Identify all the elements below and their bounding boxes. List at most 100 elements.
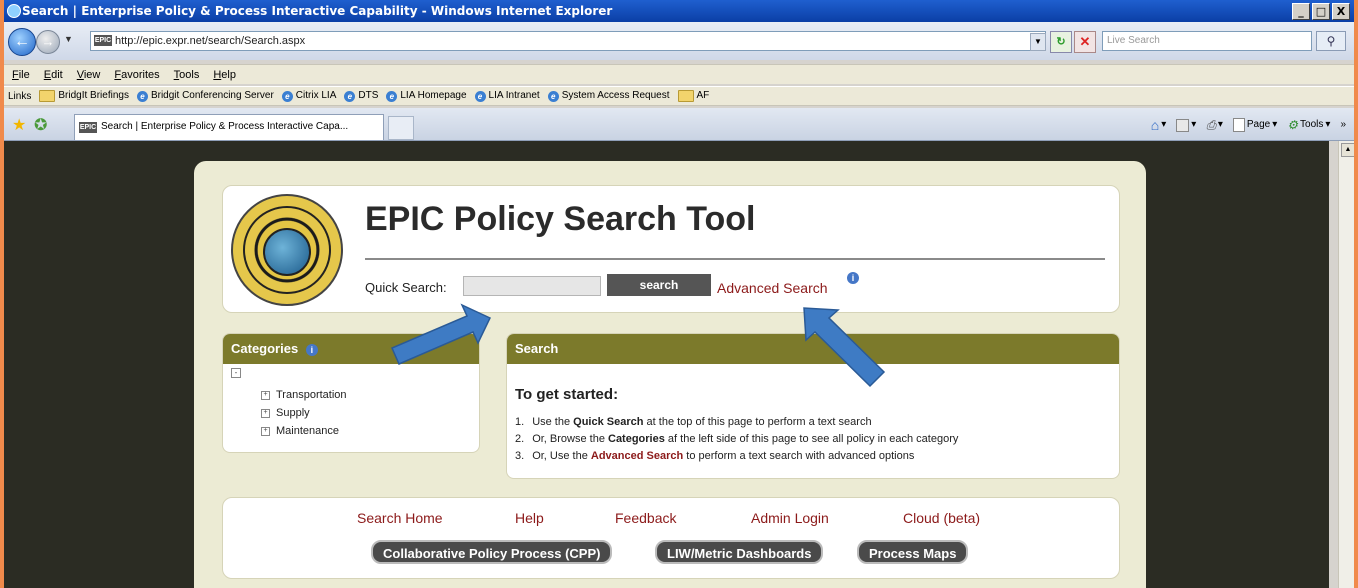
link-lia-homepage[interactable]: e LIA Homepage	[386, 87, 467, 105]
search-button[interactable]: search	[607, 274, 711, 296]
category-maintenance[interactable]: + Maintenance	[261, 422, 347, 440]
tab-bar: ★ ✪ EPIC Search | Enterprise Policy & Pr…	[4, 108, 1354, 141]
links-bar: Links BridgIt Briefings e Bridgit Confere…	[4, 86, 1354, 106]
expand-icon[interactable]: +	[261, 426, 270, 436]
link-bridgit-conferencing[interactable]: e Bridgit Conferencing Server	[136, 87, 274, 105]
vertical-scrollbar[interactable]: ▲	[1338, 141, 1354, 588]
advanced-search-link[interactable]: Advanced Search	[717, 280, 828, 296]
url-text: http://epic.expr.net/search/Search.aspx	[115, 35, 306, 47]
step-text: af the left side of this page to see all…	[664, 433, 959, 445]
ie-page-icon: e	[281, 90, 293, 102]
quick-search-input[interactable]	[463, 276, 601, 296]
menu-help[interactable]: Help	[213, 65, 236, 84]
new-tab-button[interactable]	[388, 116, 414, 140]
page-card: EPIC Policy Search Tool Quick Search: se…	[194, 161, 1146, 588]
ie-page-icon: e	[136, 90, 148, 102]
link-label: Bridgit Conferencing Server	[150, 90, 274, 101]
toolbar-overflow-icon[interactable]: »	[1340, 116, 1346, 134]
dashboards-button[interactable]: LIW/Metric Dashboards	[655, 540, 824, 564]
expand-icon[interactable]: +	[261, 390, 270, 400]
url-dropdown-button[interactable]: ▼	[1030, 33, 1046, 51]
cloud-beta-link[interactable]: Cloud (beta)	[903, 510, 980, 526]
forward-button[interactable]: →	[36, 30, 60, 54]
step-keyword: Categories	[608, 433, 665, 445]
army-seal-logo	[231, 194, 343, 306]
stop-button[interactable]: ✕	[1074, 31, 1096, 53]
url-field[interactable]: EPIC http://epic.expr.net/search/Search.…	[90, 31, 1046, 51]
link-system-access-request[interactable]: e System Access Request	[547, 87, 670, 105]
live-search-input[interactable]: Live Search	[1102, 31, 1312, 51]
search-home-link[interactable]: Search Home	[357, 510, 443, 526]
link-label: LIA Homepage	[400, 90, 467, 101]
link-lia-intranet[interactable]: e LIA Intranet	[474, 87, 540, 105]
step-number: 3.	[515, 450, 525, 462]
info-icon[interactable]: i	[305, 344, 318, 356]
header-box: EPIC Policy Search Tool Quick Search: se…	[222, 185, 1120, 313]
step-keyword: Quick Search	[573, 416, 644, 428]
ie-page-icon: e	[344, 90, 356, 102]
address-bar: ← → ▼ EPIC http://epic.expr.net/search/S…	[4, 22, 1354, 60]
epic-favicon: EPIC	[79, 122, 97, 133]
tab-label: Search | Enterprise Policy & Process Int…	[101, 121, 349, 132]
menu-tools[interactable]: Tools	[174, 65, 200, 84]
step-text: at the top of this page to perform a tex…	[643, 416, 872, 428]
feedback-link[interactable]: Feedback	[615, 510, 676, 526]
history-dropdown-icon[interactable]: ▼	[64, 34, 73, 44]
tools-menu[interactable]: ⚙ Tools ▾	[1287, 116, 1330, 134]
advanced-search-inline-link[interactable]: Advanced Search	[591, 450, 683, 462]
link-dts[interactable]: e DTS	[344, 87, 378, 105]
minimize-button[interactable]: _	[1292, 3, 1310, 20]
folder-icon	[39, 90, 56, 102]
tab-epic-search[interactable]: EPIC Search | Enterprise Policy & Proces…	[74, 114, 384, 140]
home-button[interactable]: ⌂ ▾	[1151, 116, 1167, 134]
page-menu-label: Page	[1246, 119, 1271, 130]
home-icon: ⌂	[1150, 117, 1160, 133]
menu-bar: File Edit View Favorites Tools Help	[4, 64, 1354, 84]
maximize-button[interactable]: □	[1312, 3, 1330, 20]
close-button[interactable]: X	[1332, 3, 1350, 20]
process-maps-button[interactable]: Process Maps	[857, 540, 969, 564]
refresh-button[interactable]: ↻	[1050, 31, 1072, 53]
link-citrix-lia[interactable]: e Citrix LIA	[281, 87, 336, 105]
tree-collapse-icon[interactable]: -	[231, 368, 241, 378]
step-text: Or, Browse the	[532, 433, 608, 445]
menu-favorites[interactable]: Favorites	[114, 65, 159, 84]
page-icon	[1232, 118, 1245, 132]
category-label: Transportation	[276, 389, 347, 401]
page-menu[interactable]: Page ▾	[1232, 116, 1277, 134]
category-transportation[interactable]: + Transportation	[261, 386, 347, 404]
favorites-star-icon[interactable]: ★	[12, 115, 26, 135]
search-go-button[interactable]: ⚲	[1316, 31, 1346, 51]
search-panel-header: Search	[507, 334, 1119, 364]
categories-header: Categories i	[223, 334, 479, 364]
cpp-button[interactable]: Collaborative Policy Process (CPP)	[371, 540, 613, 564]
page-content: EPIC Policy Search Tool Quick Search: se…	[4, 141, 1329, 588]
page-title: EPIC Policy Search Tool	[365, 200, 756, 238]
print-button[interactable]: ⎙ ▾	[1206, 116, 1223, 134]
link-label: AF	[696, 90, 710, 101]
help-link[interactable]: Help	[515, 510, 544, 526]
instruction-step: 1. Use the Quick Search at the top of thi…	[515, 414, 958, 431]
info-icon[interactable]: i	[847, 272, 859, 284]
expand-icon[interactable]: +	[261, 408, 270, 418]
step-text: to perform a text search with advanced o…	[683, 450, 915, 462]
ie-icon	[7, 4, 21, 18]
link-bridgit-briefings[interactable]: BridgIt Briefings	[39, 87, 129, 105]
menu-view[interactable]: View	[77, 65, 101, 84]
add-favorite-icon[interactable]: ✪	[34, 115, 47, 135]
link-af[interactable]: AF	[677, 87, 710, 105]
menu-file[interactable]: File	[12, 65, 30, 84]
scroll-up-icon[interactable]: ▲	[1341, 143, 1354, 157]
back-button[interactable]: ←	[8, 28, 36, 56]
link-label: System Access Request	[561, 90, 670, 101]
feed-icon	[1176, 118, 1190, 132]
category-supply[interactable]: + Supply	[261, 404, 347, 422]
admin-login-link[interactable]: Admin Login	[751, 510, 829, 526]
footer-box: Search Home Help Feedback Admin Login Cl…	[222, 497, 1120, 579]
feeds-button[interactable]: ▾	[1176, 116, 1196, 134]
step-number: 1.	[515, 416, 525, 428]
menu-edit[interactable]: Edit	[44, 65, 63, 84]
title-bar: Search | Enterprise Policy & Process Int…	[4, 0, 1354, 22]
categories-panel: Categories i - + Transportation + Supply +…	[222, 333, 480, 453]
getting-started-heading: To get started:	[515, 386, 619, 403]
